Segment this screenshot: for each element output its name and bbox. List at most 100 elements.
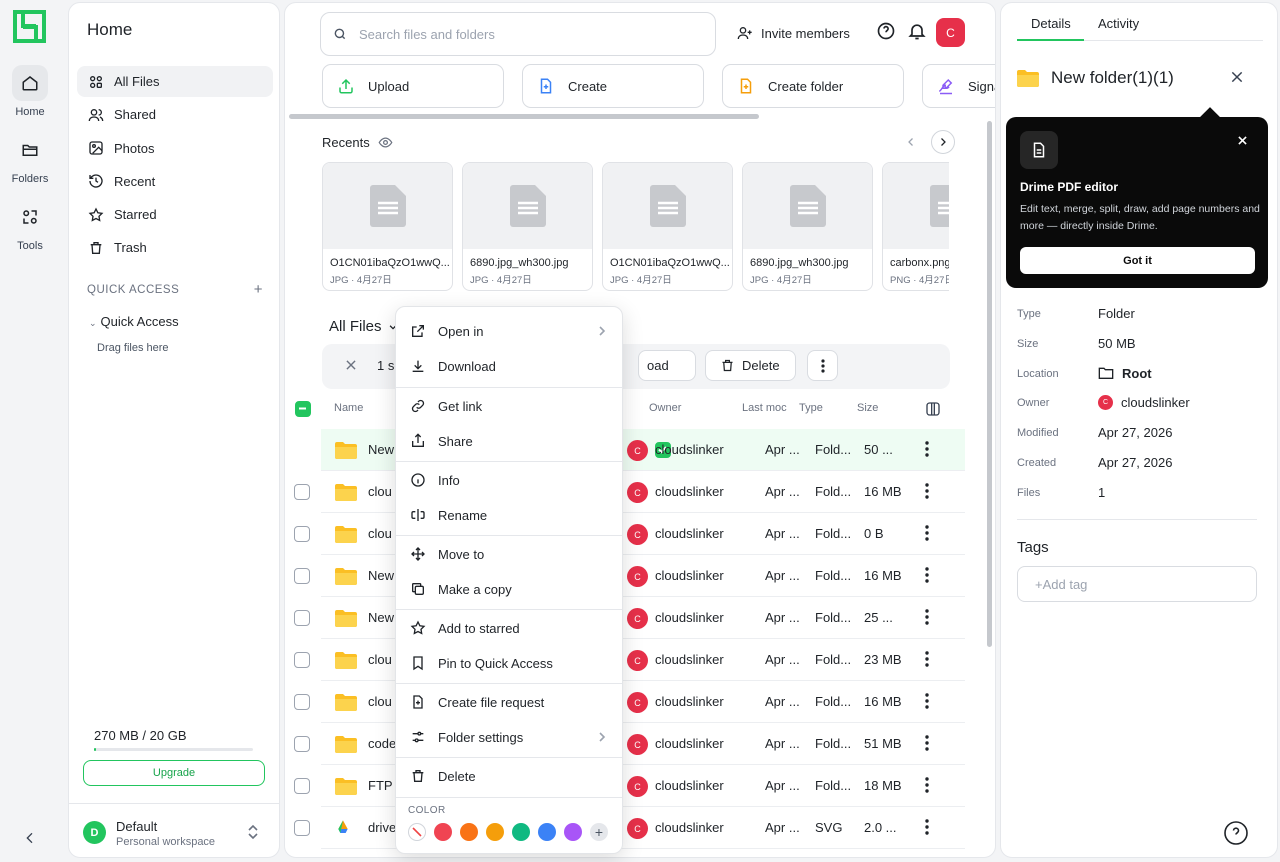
app-logo[interactable]: [13, 10, 46, 43]
column-modified[interactable]: Last moc: [742, 402, 787, 414]
chevron-right-icon[interactable]: [931, 130, 955, 154]
horizontal-scrollbar[interactable]: [289, 114, 759, 119]
recent-card[interactable]: O1CN01ibaQzO1wwQ... JPG · 4月27日: [602, 162, 733, 291]
row-checkbox[interactable]: [294, 820, 310, 836]
menu-item-open-in[interactable]: Open in: [396, 316, 622, 346]
property-value: 50 MB: [1098, 335, 1136, 351]
signature-button[interactable]: Signa: [922, 64, 995, 108]
recent-card[interactable]: carbonx.png PNG · 4月27日: [882, 162, 949, 291]
menu-item-add-to-starred[interactable]: Add to starred: [396, 613, 622, 643]
add-quick-access-icon[interactable]: +: [254, 282, 263, 297]
download-button[interactable]: oad: [638, 350, 696, 381]
menu-item-create-file-request[interactable]: Create file request: [396, 687, 622, 717]
owner-name: cloudslinker: [655, 736, 724, 751]
add-tag-input[interactable]: +Add tag: [1017, 566, 1257, 602]
row-more-icon[interactable]: [925, 693, 929, 709]
row-more-icon[interactable]: [925, 441, 929, 457]
color-swatch[interactable]: [538, 823, 556, 841]
create-folder-button[interactable]: Create folder: [722, 64, 904, 108]
help-icon[interactable]: [876, 21, 896, 41]
got-it-button[interactable]: Got it: [1020, 247, 1255, 274]
menu-item-rename[interactable]: Rename: [396, 500, 622, 530]
row-more-icon[interactable]: [925, 735, 929, 751]
help-icon[interactable]: [1223, 820, 1249, 846]
sidebar-item-starred[interactable]: Starred: [77, 199, 273, 230]
user-avatar[interactable]: C: [936, 18, 965, 47]
menu-item-download[interactable]: Download: [396, 351, 622, 381]
collapse-sidebar-icon[interactable]: [22, 830, 38, 846]
color-swatch[interactable]: [512, 823, 530, 841]
clear-selection-icon[interactable]: [344, 358, 358, 372]
chevron-left-icon[interactable]: [899, 130, 923, 154]
menu-item-delete[interactable]: Delete: [396, 761, 622, 791]
all-files-dropdown[interactable]: All Files: [329, 318, 398, 335]
row-checkbox[interactable]: [294, 778, 310, 794]
upgrade-button[interactable]: Upgrade: [83, 760, 265, 786]
add-color-icon[interactable]: +: [590, 823, 608, 841]
property-key: Type: [1017, 308, 1041, 320]
row-more-icon[interactable]: [925, 525, 929, 541]
row-checkbox[interactable]: [294, 694, 310, 710]
row-checkbox[interactable]: [294, 526, 310, 542]
delete-button[interactable]: Delete: [705, 350, 796, 381]
column-size[interactable]: Size: [857, 402, 878, 414]
create-button[interactable]: Create: [522, 64, 704, 108]
quick-access-item[interactable]: ⌄ Quick Access: [89, 314, 179, 329]
row-more-icon[interactable]: [925, 483, 929, 499]
rail-item-home[interactable]: Home: [0, 65, 60, 118]
color-swatch[interactable]: [564, 823, 582, 841]
color-swatch[interactable]: [460, 823, 478, 841]
menu-item-pin-to-quick-access[interactable]: Pin to Quick Access: [396, 648, 622, 678]
rail-item-folders[interactable]: Folders: [0, 132, 60, 185]
sidebar-item-all-files[interactable]: All Files: [77, 66, 273, 97]
menu-item-folder-settings[interactable]: Folder settings: [396, 722, 622, 752]
select-all-checkbox[interactable]: [295, 401, 311, 417]
recent-card[interactable]: 6890.jpg_wh300.jpg JPG · 4月27日: [462, 162, 593, 291]
row-more-icon[interactable]: [925, 777, 929, 793]
row-more-icon[interactable]: [925, 567, 929, 583]
sidebar-item-photos[interactable]: Photos: [77, 133, 273, 164]
row-checkbox[interactable]: [294, 652, 310, 668]
row-more-icon[interactable]: [925, 609, 929, 625]
tab-activity[interactable]: Activity: [1098, 16, 1139, 31]
menu-item-share[interactable]: Share: [396, 426, 622, 456]
row-checkbox[interactable]: [294, 484, 310, 500]
menu-item-move-to[interactable]: Move to: [396, 539, 622, 569]
menu-item-get-link[interactable]: Get link: [396, 391, 622, 421]
menu-item-make-a-copy[interactable]: Make a copy: [396, 574, 622, 604]
recent-card[interactable]: O1CN01ibaQzO1wwQ... JPG · 4月27日: [322, 162, 453, 291]
more-options-button[interactable]: [807, 350, 838, 381]
search-box[interactable]: [320, 12, 716, 56]
column-type[interactable]: Type: [799, 402, 823, 414]
eye-icon[interactable]: [378, 135, 393, 150]
row-checkbox[interactable]: [294, 736, 310, 752]
sidebar-item-trash[interactable]: Trash: [77, 232, 273, 263]
column-name[interactable]: Name: [334, 402, 363, 414]
row-checkbox[interactable]: [294, 610, 310, 626]
no-color-swatch[interactable]: [408, 823, 426, 841]
tab-details[interactable]: Details: [1017, 16, 1084, 41]
file-type: Fold...: [815, 736, 852, 751]
upload-button[interactable]: Upload: [322, 64, 504, 108]
vertical-scrollbar[interactable]: [987, 121, 992, 647]
menu-item-info[interactable]: Info: [396, 465, 622, 495]
recent-card[interactable]: 6890.jpg_wh300.jpg JPG · 4月27日: [742, 162, 873, 291]
row-more-icon[interactable]: [925, 819, 929, 835]
invite-members-button[interactable]: Invite members: [737, 21, 850, 45]
search-input[interactable]: [359, 26, 689, 42]
column-owner[interactable]: Owner: [649, 402, 681, 414]
rail-item-tools[interactable]: Tools: [0, 199, 60, 252]
close-tooltip-icon[interactable]: [1238, 136, 1247, 145]
sidebar-item-shared[interactable]: Shared: [77, 99, 273, 130]
row-checkbox[interactable]: [294, 568, 310, 584]
row-more-icon[interactable]: [925, 651, 929, 667]
property-value-wrap[interactable]: Root: [1098, 366, 1152, 381]
color-swatch[interactable]: [486, 823, 504, 841]
sidebar-item-recent[interactable]: Recent: [77, 166, 273, 197]
trash-icon: [412, 770, 424, 782]
columns-toggle-icon[interactable]: [925, 401, 941, 417]
workspace-switcher[interactable]: D Default Personal workspace: [69, 803, 279, 858]
close-icon[interactable]: [1229, 69, 1245, 85]
bell-icon[interactable]: [907, 21, 927, 41]
color-swatch[interactable]: [434, 823, 452, 841]
